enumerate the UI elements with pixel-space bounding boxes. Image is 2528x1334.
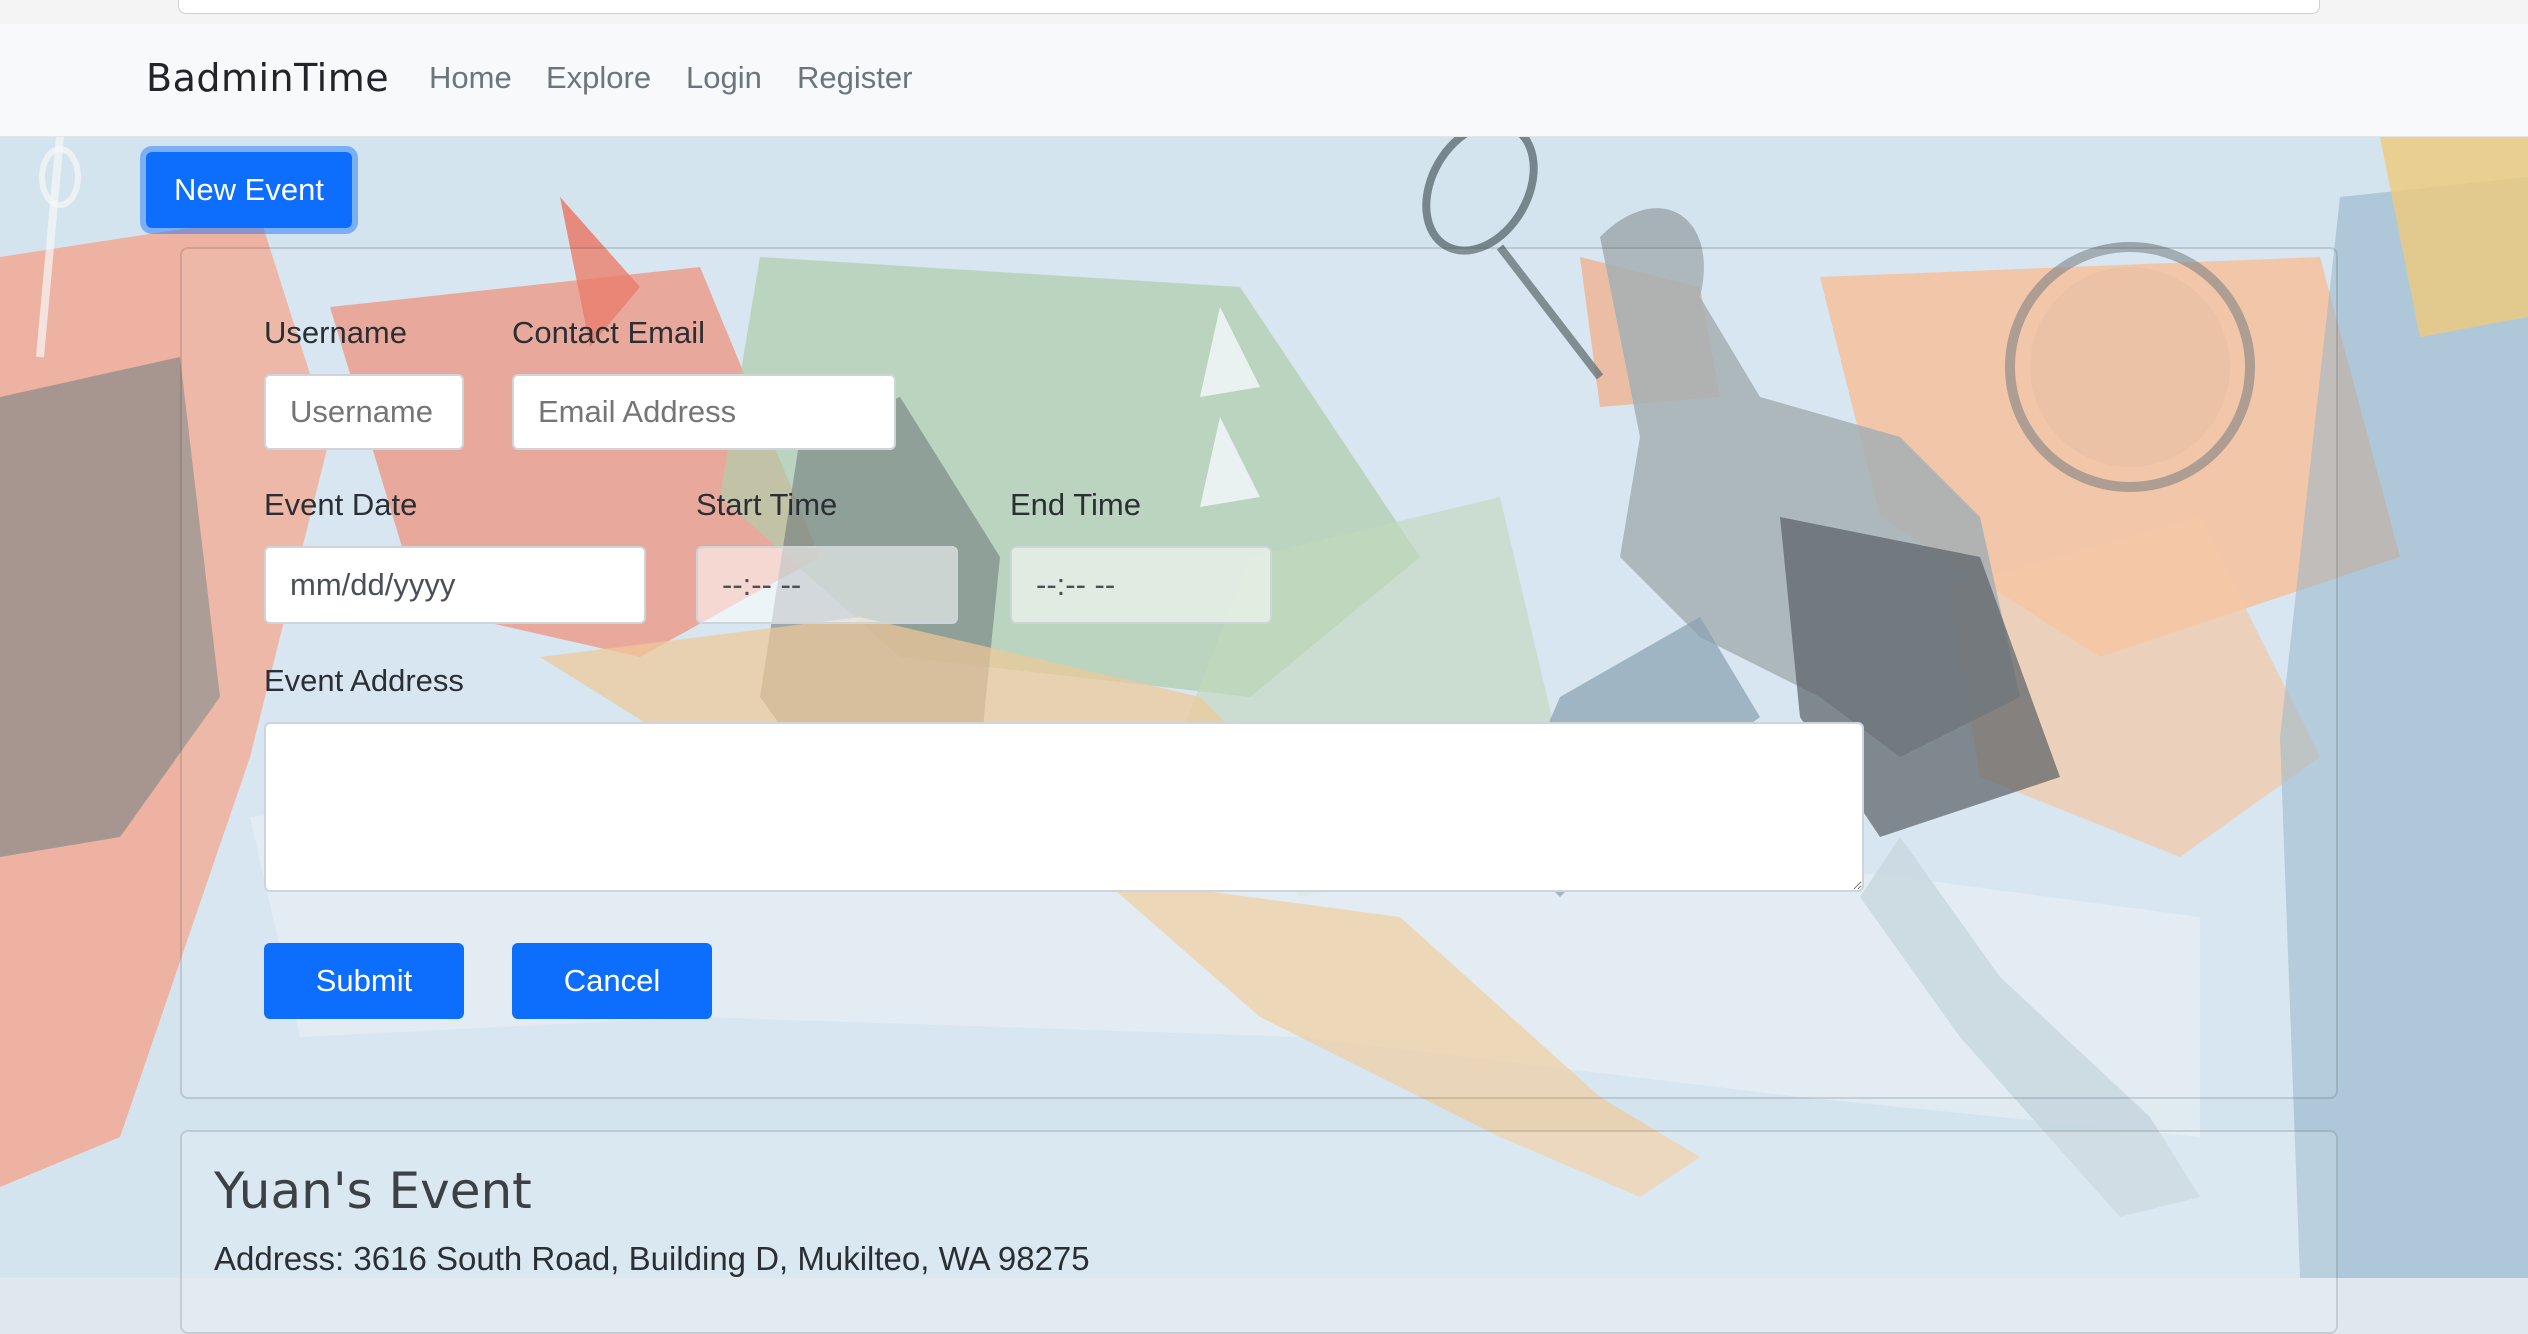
end-time-label: End Time [1010,487,1141,522]
nav-login[interactable]: Login [686,60,762,96]
navbar: BadminTime Home Explore Login Register [0,24,2528,137]
browser-chrome [0,0,2528,25]
event-address: Address: 3616 South Road, Building D, Mu… [214,1240,1090,1277]
start-time-label: Start Time [696,487,838,522]
new-event-button[interactable]: New Event [146,152,352,228]
event-address-label: Event Address [264,663,464,698]
submit-button[interactable]: Submit [264,943,464,1019]
event-card: Yuan's Event Address: 3616 South Road, B… [180,1130,2338,1334]
event-address-textarea[interactable] [264,722,1864,892]
brand-logo[interactable]: BadminTime [146,56,389,100]
nav-explore[interactable]: Explore [546,60,651,96]
email-input[interactable] [512,374,896,450]
address-bar[interactable] [178,0,2320,14]
contact-email-label: Contact Email [512,315,705,350]
cancel-button[interactable]: Cancel [512,943,712,1019]
event-title: Yuan's Event [214,1162,532,1220]
end-time-input[interactable]: --:-- -- [1010,546,1272,624]
username-label: Username [264,315,407,350]
new-event-form: Username Contact Email Event Date mm/dd/… [180,247,2338,1099]
nav-home[interactable]: Home [429,60,512,96]
event-date-label: Event Date [264,487,418,522]
event-date-input[interactable]: mm/dd/yyyy [264,546,646,624]
start-time-input[interactable]: --:-- -- [696,546,958,624]
nav-register[interactable]: Register [797,60,912,96]
username-input[interactable] [264,374,464,450]
